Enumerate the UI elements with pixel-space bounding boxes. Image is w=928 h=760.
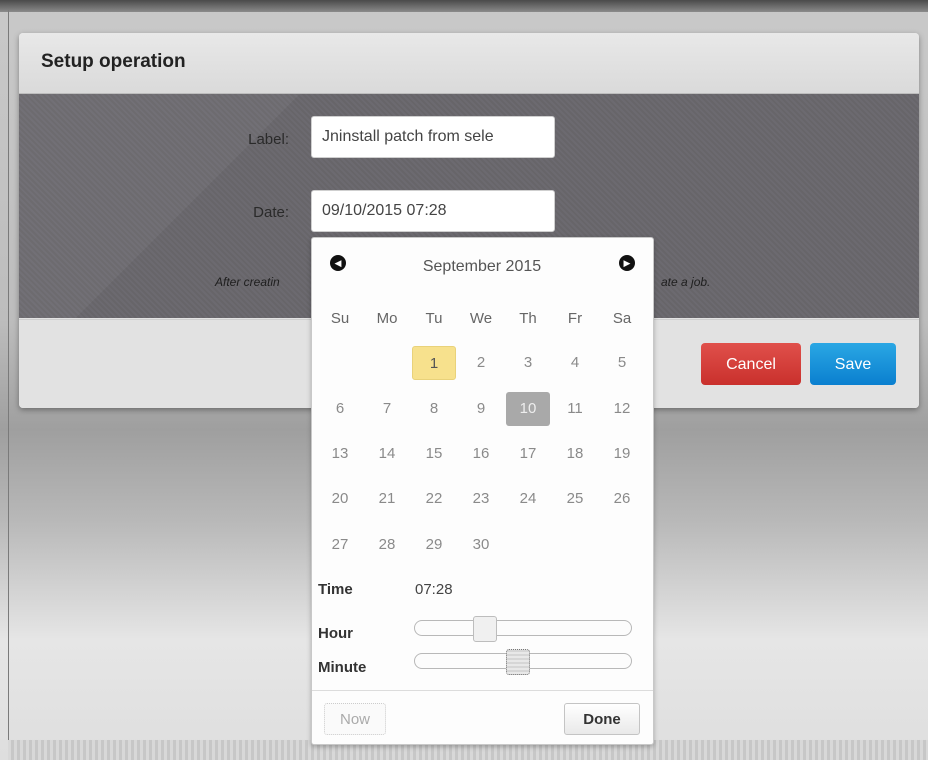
calendar-day[interactable]: 7	[365, 392, 409, 426]
note-text-left: After creatin	[215, 275, 280, 289]
calendar-day[interactable]: 15	[412, 437, 456, 471]
time-value: 07:28	[415, 581, 453, 598]
datepicker-popup: ◀ September 2015 ▶ Su Mo Tu We Th Fr Sa 123456…	[311, 237, 654, 745]
weekday-header: Tu	[425, 310, 443, 327]
calendar-day[interactable]: 10	[506, 392, 550, 426]
calendar-day[interactable]: 18	[553, 437, 597, 471]
label-input[interactable]: Jninstall patch from sele	[311, 116, 555, 158]
calendar-day[interactable]: 6	[318, 392, 362, 426]
calendar-day[interactable]: 29	[412, 528, 456, 562]
calendar-day[interactable]: 16	[459, 437, 503, 471]
calendar-day[interactable]: 17	[506, 437, 550, 471]
calendar-day[interactable]: 25	[553, 482, 597, 516]
now-button[interactable]: Now	[324, 703, 386, 735]
calendar-day[interactable]: 26	[600, 482, 644, 516]
calendar-day[interactable]: 28	[365, 528, 409, 562]
calendar-day[interactable]: 5	[600, 346, 644, 380]
calendar-day[interactable]: 20	[318, 482, 362, 516]
date-field-label: Date:	[253, 204, 289, 221]
weekday-header: We	[469, 310, 493, 327]
weekday-header: Th	[519, 310, 537, 327]
calendar-day[interactable]: 23	[459, 482, 503, 516]
date-input[interactable]: 09/10/2015 07:28	[311, 190, 555, 232]
calendar-day[interactable]: 12	[600, 392, 644, 426]
hour-label: Hour	[318, 625, 353, 642]
label-field-label: Label:	[248, 131, 289, 148]
weekday-header: Sa	[612, 310, 632, 327]
dialog-title: Setup operation	[41, 51, 186, 72]
note-text-right: ate a job.	[661, 275, 711, 289]
calendar-day[interactable]: 21	[365, 482, 409, 516]
window-edge	[8, 10, 9, 760]
calendar-day[interactable]: 30	[459, 528, 503, 562]
calendar-day[interactable]: 24	[506, 482, 550, 516]
done-button[interactable]: Done	[564, 703, 640, 735]
calendar-day[interactable]: 9	[459, 392, 503, 426]
weekday-header: Su	[330, 310, 350, 327]
cancel-button[interactable]: Cancel	[701, 343, 801, 385]
save-button[interactable]: Save	[810, 343, 896, 385]
calendar-day[interactable]: 14	[365, 437, 409, 471]
calendar-day[interactable]: 3	[506, 346, 550, 380]
minute-slider[interactable]	[414, 649, 632, 675]
calendar-day[interactable]: 8	[412, 392, 456, 426]
datepicker-month-title: September 2015	[422, 258, 542, 275]
weekday-header: Fr	[567, 310, 583, 327]
dialog-header: Setup operation	[19, 33, 919, 94]
minute-slider-handle[interactable]	[506, 649, 531, 675]
hour-slider-handle[interactable]	[473, 616, 498, 642]
calendar-day[interactable]: 4	[553, 346, 597, 380]
calendar-day[interactable]: 13	[318, 437, 362, 471]
calendar-day[interactable]: 27	[318, 528, 362, 562]
datepicker-footer: Now Done	[312, 690, 653, 745]
hour-slider[interactable]	[414, 616, 632, 642]
calendar-day[interactable]: 11	[553, 392, 597, 426]
time-label: Time	[318, 581, 353, 598]
weekday-header: Mo	[376, 310, 398, 327]
calendar-day[interactable]: 19	[600, 437, 644, 471]
calendar-day[interactable]: 1	[412, 346, 456, 380]
chevron-left-icon[interactable]: ◀	[330, 255, 346, 271]
window-top-bar	[0, 0, 928, 12]
chevron-right-icon[interactable]: ▶	[619, 255, 635, 271]
minute-label: Minute	[318, 659, 367, 676]
calendar-day[interactable]: 2	[459, 346, 503, 380]
calendar-day[interactable]: 22	[412, 482, 456, 516]
